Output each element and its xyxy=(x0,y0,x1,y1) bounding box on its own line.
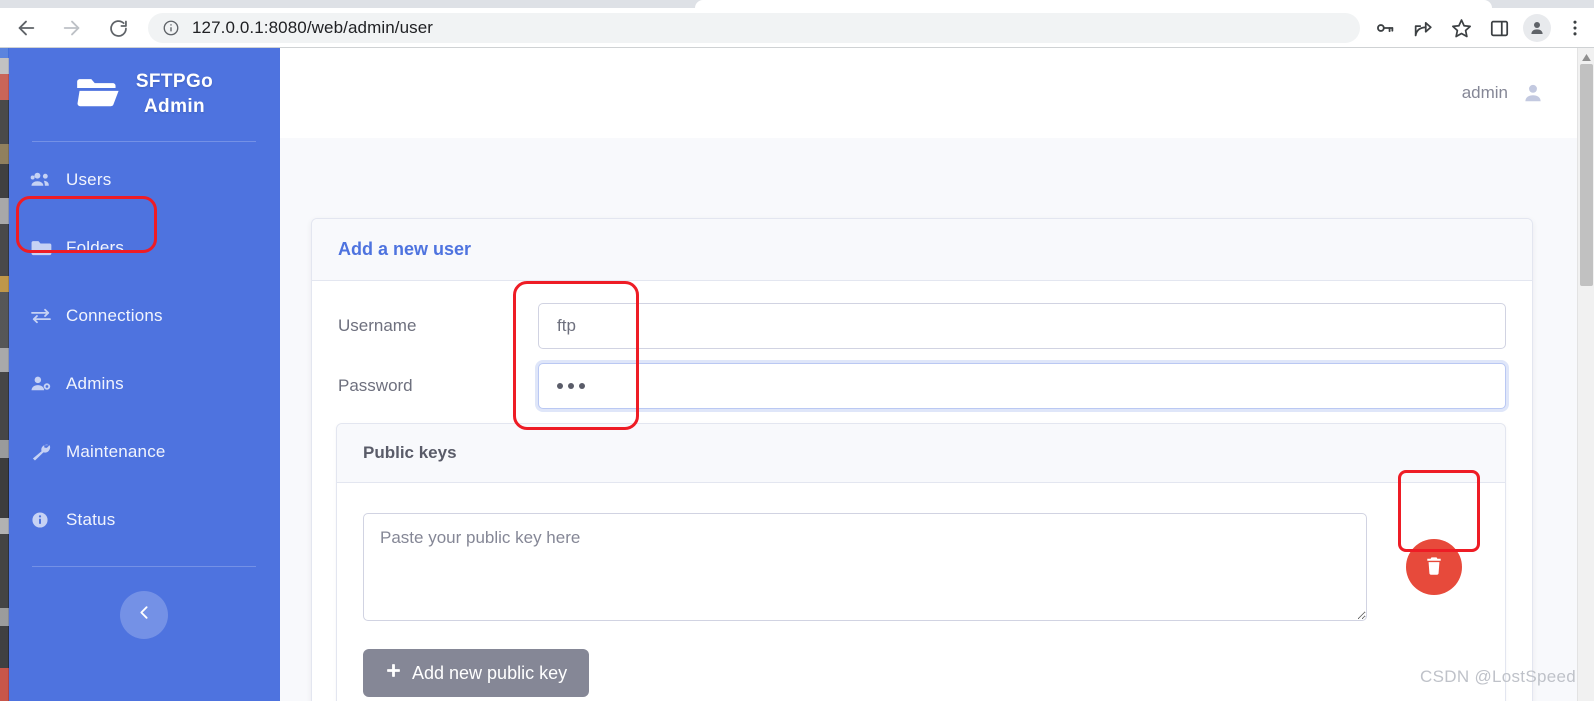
trash-icon xyxy=(1423,555,1445,580)
card-body: Username Password xyxy=(312,281,1532,701)
user-gear-icon xyxy=(30,375,52,393)
page-scrollbar[interactable] xyxy=(1577,48,1594,701)
sidebar-item-connections[interactable]: Connections xyxy=(8,294,280,338)
three-dot-menu-icon[interactable] xyxy=(1556,9,1594,47)
add-public-key-button[interactable]: Add new public key xyxy=(363,649,590,697)
scrollbar-up-arrow-icon[interactable] xyxy=(1578,50,1594,64)
sidebar-toggle-button[interactable] xyxy=(120,591,168,639)
public-keys-title: Public keys xyxy=(363,443,457,462)
username-row: Username xyxy=(338,303,1506,349)
sidebar-item-status[interactable]: Status xyxy=(8,498,280,542)
password-dot xyxy=(579,383,585,389)
reload-button[interactable] xyxy=(98,8,138,48)
sidebar-collapse-wrap xyxy=(8,591,280,639)
sidebar: SFTPGo Admin Users Folders Connections A… xyxy=(8,48,280,701)
folder-open-icon xyxy=(75,74,120,116)
content-area: Add a new user Username Password xyxy=(280,138,1594,701)
avatar xyxy=(1523,14,1551,42)
brand[interactable]: SFTPGo Admin xyxy=(8,48,280,141)
user-avatar-icon[interactable] xyxy=(1522,82,1544,104)
public-keys-card: Public keys Paste your public key here A… xyxy=(336,423,1506,701)
username-input[interactable] xyxy=(538,303,1506,349)
sidebar-item-label: Connections xyxy=(66,306,163,325)
public-key-row xyxy=(363,513,1479,621)
delete-key-cell xyxy=(1389,513,1479,621)
info-circle-icon xyxy=(30,511,52,529)
sidebar-divider-bottom xyxy=(32,566,256,567)
sidebar-item-label: Status xyxy=(66,510,116,529)
bookmark-star-icon[interactable] xyxy=(1442,9,1480,47)
chevron-left-icon xyxy=(136,604,153,626)
tab-strip-right xyxy=(1492,0,1594,8)
users-group-icon xyxy=(30,171,52,189)
watermark: CSDN @LostSpeed xyxy=(1420,667,1576,686)
sidebar-nav: Users Folders Connections Admins Mainten… xyxy=(8,142,280,542)
sidebar-item-label: Users xyxy=(66,170,112,189)
share-icon[interactable] xyxy=(1404,9,1442,47)
password-label: Password xyxy=(338,376,413,395)
password-dot xyxy=(557,383,563,389)
brand-line-1: SFTPGo xyxy=(135,71,214,93)
username-label: Username xyxy=(338,316,417,335)
folder-icon xyxy=(30,239,52,257)
sidebar-item-label: Admins xyxy=(66,374,124,393)
sidebar-item-admins[interactable]: Admins xyxy=(8,362,280,406)
browser-tab-strip xyxy=(0,0,1594,8)
password-input[interactable] xyxy=(538,363,1506,409)
site-info-icon[interactable] xyxy=(162,19,180,37)
sidebar-item-maintenance[interactable]: Maintenance xyxy=(8,430,280,474)
browser-action-icons xyxy=(1366,9,1594,47)
sidebar-item-folders[interactable]: Folders xyxy=(8,226,280,270)
left-edge-artifact xyxy=(0,48,9,701)
public-keys-header: Public keys xyxy=(337,424,1505,483)
add-public-key-label: Add new public key xyxy=(412,662,568,683)
app-topbar: admin xyxy=(280,48,1594,138)
add-user-card: Add a new user Username Password xyxy=(311,218,1533,701)
delete-public-key-button[interactable] xyxy=(1406,539,1462,595)
plus-icon xyxy=(385,662,402,684)
browser-toolbar: 127.0.0.1:8080/web/admin/user xyxy=(0,8,1594,48)
active-tab[interactable] xyxy=(695,0,1492,8)
sidebar-item-users[interactable]: Users xyxy=(8,158,280,202)
password-dot xyxy=(568,383,574,389)
screenshot-root: 127.0.0.1:8080/web/admin/user SFTPGo Adm… xyxy=(0,0,1594,701)
forward-button[interactable] xyxy=(52,8,92,48)
password-row: Password xyxy=(338,363,1506,409)
sidebar-item-label: Maintenance xyxy=(66,442,166,461)
password-masked-value xyxy=(557,364,1487,408)
wrench-icon xyxy=(30,443,52,461)
exchange-arrows-icon xyxy=(30,307,52,325)
topbar-username: admin xyxy=(1461,83,1508,102)
web-page: SFTPGo Admin Users Folders Connections A… xyxy=(0,48,1594,701)
scrollbar-thumb[interactable] xyxy=(1580,64,1593,286)
back-button[interactable] xyxy=(6,8,46,48)
page-title: Add a new user xyxy=(338,239,472,259)
address-bar-url: 127.0.0.1:8080/web/admin/user xyxy=(192,18,434,37)
address-bar[interactable]: 127.0.0.1:8080/web/admin/user xyxy=(148,13,1360,43)
brand-line-2: Admin xyxy=(143,95,206,117)
card-header: Add a new user xyxy=(312,219,1532,281)
password-manager-icon[interactable] xyxy=(1366,9,1404,47)
sidebar-item-label: Folders xyxy=(66,238,125,257)
side-panel-icon[interactable] xyxy=(1480,9,1518,47)
brand-text: SFTPGo Admin xyxy=(136,70,213,119)
public-keys-body: Add new public key xyxy=(337,483,1505,701)
public-key-textarea[interactable] xyxy=(363,513,1367,621)
profile-avatar-icon[interactable] xyxy=(1518,9,1556,47)
